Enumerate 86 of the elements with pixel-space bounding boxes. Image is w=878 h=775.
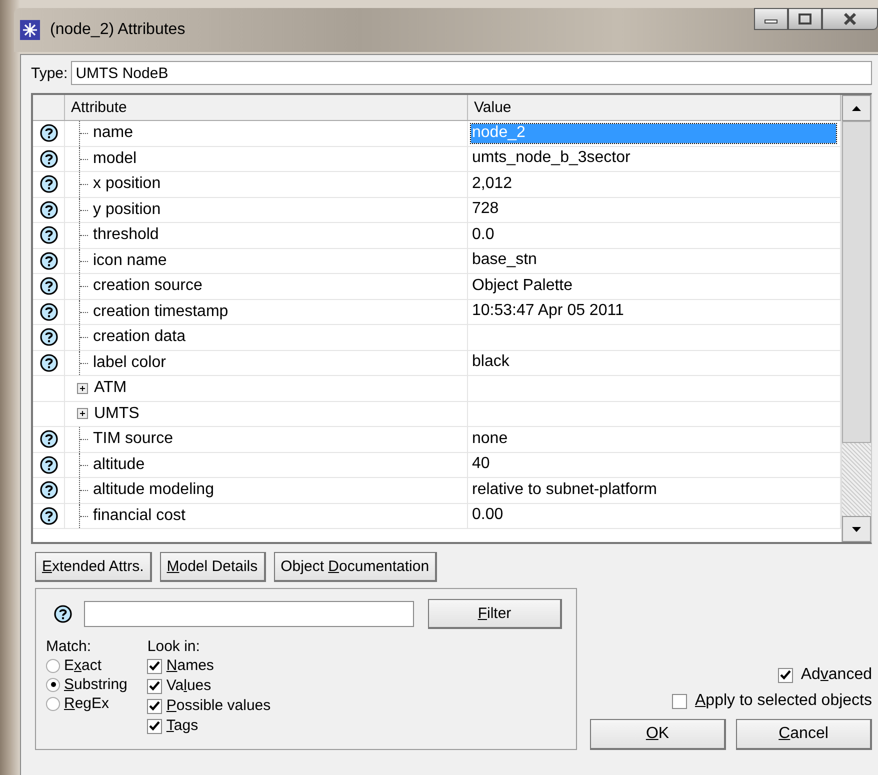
attribute-value[interactable]: 728 xyxy=(471,200,836,220)
radio-icon[interactable] xyxy=(46,658,60,672)
plus-box-icon[interactable] xyxy=(77,382,88,394)
attribute-value[interactable]: relative to subnet-platform xyxy=(471,480,836,500)
minimize-button[interactable] xyxy=(754,8,788,30)
attribute-value[interactable]: 2,012 xyxy=(471,174,836,194)
attribute-name: y position xyxy=(93,200,161,219)
help-icon xyxy=(40,328,58,346)
type-field[interactable]: UMTS NodeB xyxy=(70,61,872,85)
help-icon xyxy=(40,456,58,474)
help-icon xyxy=(40,226,58,244)
attribute-name: creation timestamp xyxy=(93,302,228,321)
attribute-value[interactable]: base_stn xyxy=(471,251,836,270)
attribute-name: financial cost xyxy=(93,506,186,525)
dialog-button[interactable]: OK xyxy=(590,719,726,750)
attribute-name: altitude modeling xyxy=(93,481,214,500)
checkbox-icon[interactable] xyxy=(672,694,687,708)
help-icon xyxy=(40,175,58,194)
plus-box-icon[interactable] xyxy=(77,408,88,420)
radio-icon[interactable] xyxy=(46,696,60,710)
help-icon xyxy=(54,605,72,623)
help-icon xyxy=(40,124,58,142)
checkbox-icon[interactable] xyxy=(778,668,793,682)
scrollbar[interactable] xyxy=(841,95,871,542)
attribute-name: name xyxy=(93,124,134,142)
help-icon xyxy=(40,430,58,448)
window-title: (node_2) Attributes xyxy=(50,21,186,39)
attribute-name: TIM source xyxy=(93,430,174,448)
scrollbar-thumb[interactable] xyxy=(842,121,871,443)
filter-field[interactable] xyxy=(84,601,414,627)
help-icon xyxy=(40,481,58,500)
help-icon xyxy=(40,252,58,270)
attribute-name: label color xyxy=(93,354,166,372)
match-label: Match: xyxy=(46,637,92,656)
attribute-value[interactable]: 40 xyxy=(471,455,836,474)
close-button[interactable] xyxy=(822,8,878,30)
help-icon xyxy=(40,277,58,296)
checkbox-icon[interactable] xyxy=(147,718,162,734)
look-in-checkbox[interactable]: Tags xyxy=(147,716,271,736)
look-in-label: Look in: xyxy=(147,637,201,656)
attribute-name: icon name xyxy=(93,252,167,270)
match-radio[interactable]: RegEx xyxy=(46,694,128,713)
maximize-icon[interactable] xyxy=(798,13,812,25)
checkbox-icon[interactable] xyxy=(147,698,162,714)
attribute-name: threshold xyxy=(93,226,159,244)
attribute-value[interactable]: Object Palette xyxy=(471,276,836,296)
help-icon xyxy=(40,302,58,321)
filter-button[interactable]: Filter xyxy=(428,599,562,629)
attribute-value[interactable]: umts_node_b_3sector xyxy=(471,149,836,168)
attribute-name: creation source xyxy=(93,277,202,296)
attribute-value[interactable]: 0.0 xyxy=(471,226,836,245)
advanced-checkbox[interactable]: Advanced xyxy=(778,665,872,685)
attribute-name: creation data xyxy=(93,328,186,346)
attribute-value[interactable]: 10:53:47 Apr 05 2011 xyxy=(471,302,836,322)
help-icon xyxy=(40,150,58,168)
attribute-name: x position xyxy=(93,175,161,194)
radio-icon[interactable] xyxy=(46,678,60,692)
dialog-button[interactable]: Cancel xyxy=(736,719,872,750)
attribute-value[interactable]: none xyxy=(471,430,836,449)
look-in-checkbox[interactable]: Possible values xyxy=(147,696,271,716)
attribute-value[interactable]: black xyxy=(471,353,836,372)
help-icon xyxy=(40,200,58,219)
help-icon xyxy=(40,354,58,372)
group-name[interactable]: ATM xyxy=(94,379,127,398)
help-icon xyxy=(40,506,58,525)
detail-button[interactable]: Object Documentation xyxy=(274,552,438,582)
checkbox-icon[interactable] xyxy=(147,678,162,694)
look-in-checkbox[interactable]: Values xyxy=(147,676,271,696)
attribute-name: altitude xyxy=(93,456,145,474)
checkbox-icon[interactable] xyxy=(147,658,162,674)
detail-button[interactable]: Extended Attrs. xyxy=(35,552,152,582)
attribute-value[interactable]: 0.00 xyxy=(471,506,836,526)
detail-button[interactable]: Model Details xyxy=(160,552,266,582)
close-icon[interactable] xyxy=(842,13,858,25)
apply-checkbox[interactable]: Apply to selected objects xyxy=(672,691,872,711)
match-radio[interactable]: Exact xyxy=(46,656,128,675)
down-arrow-icon[interactable] xyxy=(852,526,861,532)
type-label: Type: xyxy=(31,64,68,82)
match-radio[interactable]: Substring xyxy=(46,675,128,694)
maximize-button[interactable] xyxy=(788,8,822,30)
star-icon xyxy=(20,20,40,40)
group-name[interactable]: UMTS xyxy=(94,404,140,423)
attribute-name: model xyxy=(93,150,137,168)
look-in-checkbox[interactable]: Names xyxy=(147,656,271,676)
up-arrow-icon[interactable] xyxy=(852,106,861,110)
column-header[interactable]: Attribute xyxy=(65,95,468,120)
